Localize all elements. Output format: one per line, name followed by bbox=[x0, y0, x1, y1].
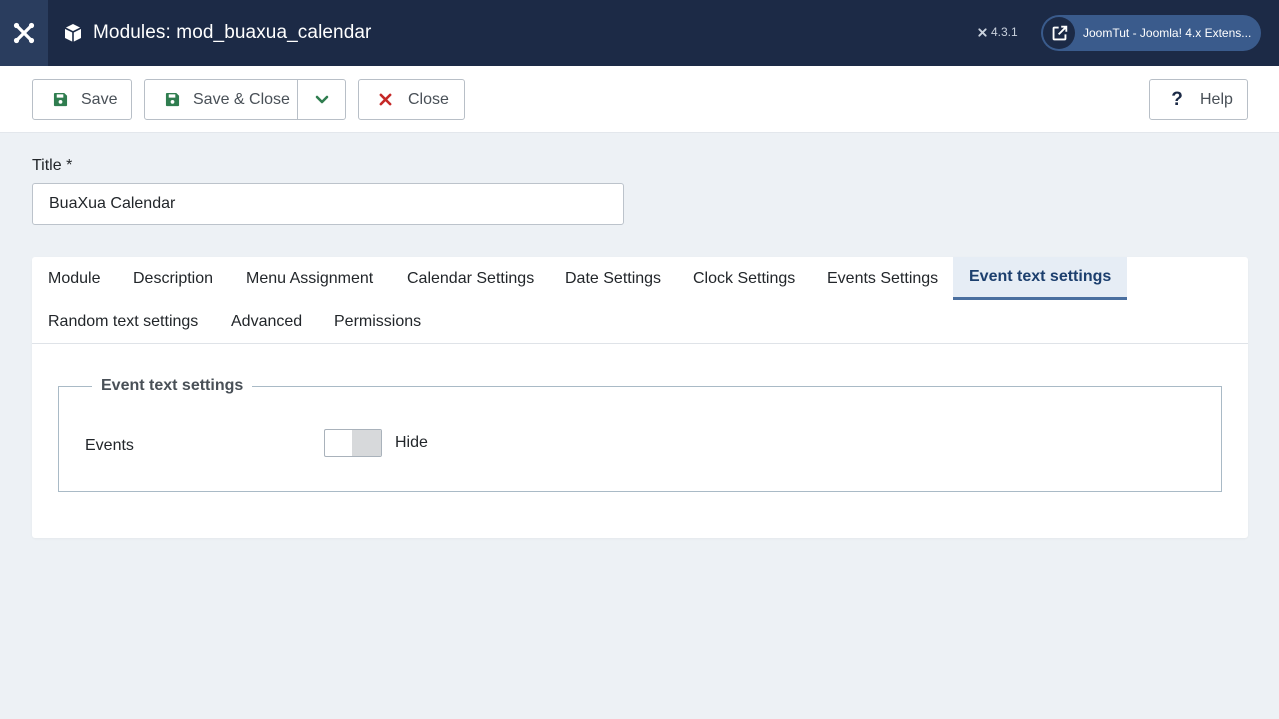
version-text: 4.3.1 bbox=[991, 25, 1018, 39]
toolbar: Save Save & Close Close ? Help bbox=[0, 66, 1279, 133]
events-toggle-switch[interactable] bbox=[324, 429, 382, 457]
site-link-label: JoomTut - Joomla! 4.x Extens... bbox=[1083, 26, 1252, 40]
save-button[interactable]: Save bbox=[32, 79, 132, 120]
events-label: Events bbox=[85, 437, 134, 454]
x-icon bbox=[377, 93, 393, 106]
save-options-dropdown-button[interactable] bbox=[298, 80, 345, 119]
save-close-button-group: Save & Close bbox=[144, 79, 346, 120]
header-bar: Modules: mod_buaxua_calendar 4.3.1 JoomT… bbox=[0, 0, 1279, 66]
tab-random-text-settings[interactable]: Random text settings bbox=[32, 300, 214, 343]
tab-module[interactable]: Module bbox=[32, 257, 116, 300]
chevron-down-icon bbox=[315, 95, 328, 103]
floppy-disk-icon bbox=[163, 92, 181, 107]
help-button[interactable]: ? Help bbox=[1149, 79, 1248, 120]
fieldset-legend: Event text settings bbox=[92, 377, 253, 395]
tab-date-settings[interactable]: Date Settings bbox=[549, 257, 677, 300]
tab-event-text-settings[interactable]: Event text settings bbox=[953, 257, 1128, 300]
cube-icon bbox=[63, 22, 85, 44]
title-input[interactable] bbox=[32, 183, 624, 225]
external-link-icon bbox=[1043, 17, 1075, 49]
joomla-logo-icon[interactable] bbox=[0, 0, 48, 66]
tab-events-settings[interactable]: Events Settings bbox=[811, 257, 954, 300]
title-label: Title * bbox=[32, 157, 73, 174]
tab-bar: Module Description Menu Assignment Calen… bbox=[32, 257, 1248, 344]
events-toggle-state: Hide bbox=[395, 434, 428, 451]
tab-permissions[interactable]: Permissions bbox=[318, 300, 437, 343]
joomla-small-icon bbox=[978, 27, 987, 37]
tab-calendar-settings[interactable]: Calendar Settings bbox=[391, 257, 550, 300]
event-text-settings-fieldset: Event text settings Events Hide bbox=[58, 377, 1222, 492]
version-indicator: 4.3.1 bbox=[977, 25, 1018, 39]
tab-menu-assignment[interactable]: Menu Assignment bbox=[230, 257, 389, 300]
floppy-disk-icon bbox=[51, 92, 69, 107]
module-settings-card: Module Description Menu Assignment Calen… bbox=[32, 257, 1248, 538]
site-link-button[interactable]: JoomTut - Joomla! 4.x Extens... bbox=[1041, 15, 1261, 51]
tab-description[interactable]: Description bbox=[117, 257, 229, 300]
page-title: Modules: mod_buaxua_calendar bbox=[93, 22, 372, 43]
tab-clock-settings[interactable]: Clock Settings bbox=[677, 257, 811, 300]
close-button[interactable]: Close bbox=[358, 79, 465, 120]
question-icon: ? bbox=[1171, 88, 1183, 110]
tab-advanced[interactable]: Advanced bbox=[215, 300, 318, 343]
save-close-button[interactable]: Save & Close bbox=[145, 80, 299, 119]
toggle-knob bbox=[352, 430, 381, 456]
